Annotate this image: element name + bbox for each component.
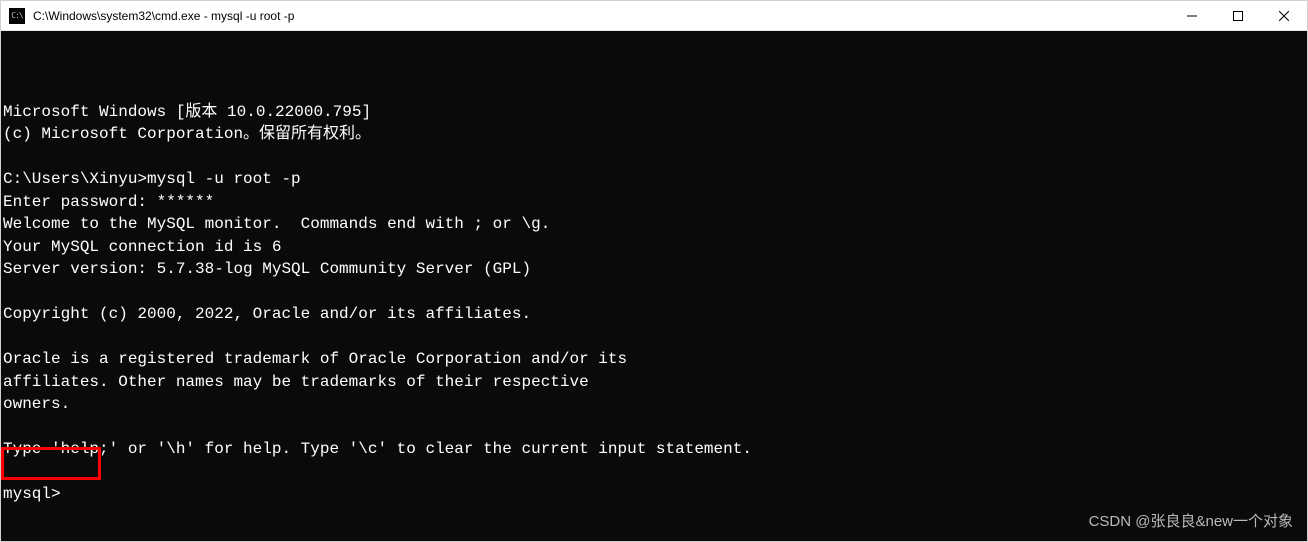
window-controls — [1169, 1, 1307, 30]
terminal-line: C:\Users\Xinyu>mysql -u root -p — [3, 168, 1305, 191]
close-button[interactable] — [1261, 1, 1307, 30]
terminal-line: Server version: 5.7.38-log MySQL Communi… — [3, 258, 1305, 281]
terminal-line — [3, 461, 1305, 484]
terminal-line — [3, 416, 1305, 439]
terminal-line: Copyright (c) 2000, 2022, Oracle and/or … — [3, 303, 1305, 326]
app-window: C:\ C:\Windows\system32\cmd.exe - mysql … — [0, 0, 1308, 542]
window-title: C:\Windows\system32\cmd.exe - mysql -u r… — [33, 9, 294, 23]
close-icon — [1279, 11, 1289, 21]
terminal-line: mysql> — [3, 483, 1305, 506]
minimize-button[interactable] — [1169, 1, 1215, 30]
terminal-line: Welcome to the MySQL monitor. Commands e… — [3, 213, 1305, 236]
terminal-line — [3, 281, 1305, 304]
terminal-line: Enter password: ****** — [3, 191, 1305, 214]
cmd-icon: C:\ — [9, 8, 25, 24]
maximize-icon — [1233, 11, 1243, 21]
terminal-line: owners. — [3, 393, 1305, 416]
maximize-button[interactable] — [1215, 1, 1261, 30]
terminal-line — [3, 146, 1305, 169]
watermark-text: CSDN @张良良&new一个对象 — [1089, 511, 1293, 534]
minimize-icon — [1187, 11, 1197, 21]
terminal-line: affiliates. Other names may be trademark… — [3, 371, 1305, 394]
titlebar[interactable]: C:\ C:\Windows\system32\cmd.exe - mysql … — [1, 1, 1307, 31]
terminal-line — [3, 326, 1305, 349]
terminal-line: Your MySQL connection id is 6 — [3, 236, 1305, 259]
terminal-line: (c) Microsoft Corporation。保留所有权利。 — [3, 123, 1305, 146]
terminal-line: Microsoft Windows [版本 10.0.22000.795] — [3, 101, 1305, 124]
terminal-output[interactable]: Microsoft Windows [版本 10.0.22000.795](c)… — [1, 31, 1307, 541]
terminal-line: Oracle is a registered trademark of Orac… — [3, 348, 1305, 371]
terminal-line: Type 'help;' or '\h' for help. Type '\c'… — [3, 438, 1305, 461]
